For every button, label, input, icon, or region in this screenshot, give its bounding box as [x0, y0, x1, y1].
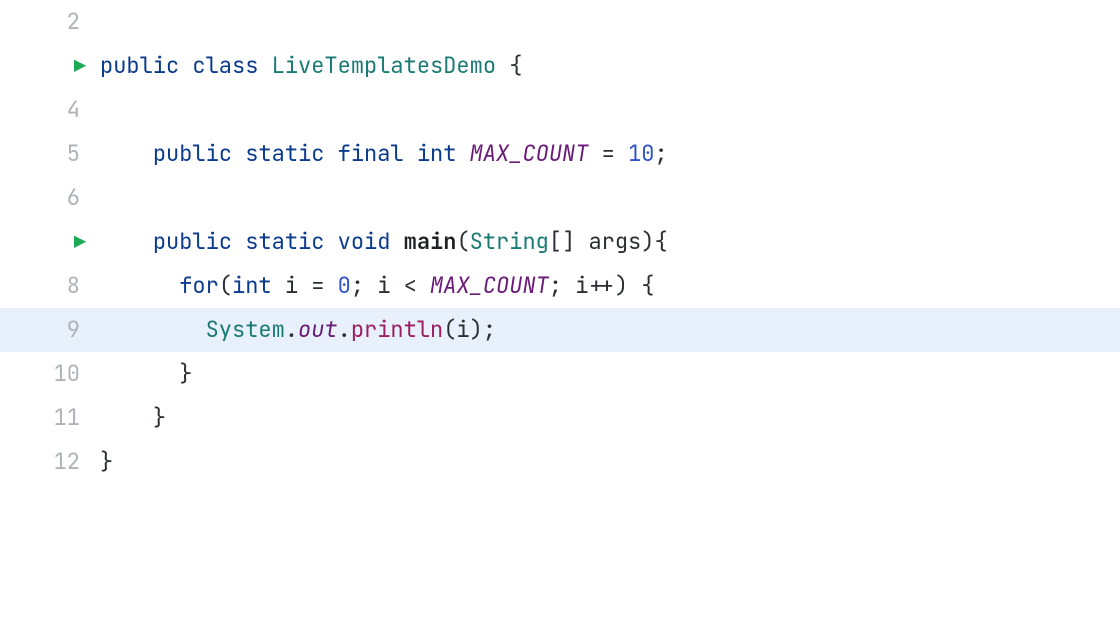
gutter[interactable]: 8	[0, 264, 100, 308]
line-number: 2	[67, 0, 80, 44]
code-line[interactable]: 2	[0, 0, 1120, 44]
gutter[interactable]: 4	[0, 88, 100, 132]
gutter[interactable]: 9	[0, 308, 100, 352]
token-call: println	[351, 315, 443, 344]
token-text	[390, 227, 403, 256]
token-num: 10	[628, 139, 654, 168]
token-text: {	[496, 51, 522, 80]
line-number: 6	[67, 176, 80, 220]
token-kw: int	[417, 139, 457, 168]
token-type: System	[206, 315, 285, 344]
gutter[interactable]: 6	[0, 176, 100, 220]
code-line[interactable]: 12}	[0, 440, 1120, 484]
line-number: 11	[54, 396, 80, 440]
token-kw: for	[179, 271, 219, 300]
token-fld: MAX_COUNT	[430, 271, 549, 300]
token-text: }	[100, 447, 113, 476]
token-kw: static	[245, 227, 324, 256]
code-content[interactable]: }	[100, 396, 1120, 440]
token-text	[404, 139, 417, 168]
code-editor[interactable]: 2▶public class LiveTemplatesDemo {45 pub…	[0, 0, 1120, 484]
token-kw: public	[100, 51, 179, 80]
indent	[100, 315, 206, 344]
token-kw: final	[338, 139, 404, 168]
token-text: }	[153, 403, 166, 432]
line-number: 9	[67, 308, 80, 352]
gutter[interactable]: 10	[0, 352, 100, 396]
token-text: (	[456, 227, 469, 256]
token-kw: int	[232, 271, 272, 300]
token-text: [] args){	[549, 227, 668, 256]
gutter[interactable]: 12	[0, 440, 100, 484]
token-fld: out	[298, 315, 338, 344]
token-text: ;	[654, 139, 667, 168]
token-text: (i);	[443, 315, 496, 344]
token-text: ; i++) {	[549, 271, 655, 300]
gutter[interactable]: 2	[0, 0, 100, 44]
code-content[interactable]: public class LiveTemplatesDemo {	[100, 44, 1120, 88]
indent	[100, 227, 153, 256]
indent	[100, 359, 179, 388]
code-content[interactable]: }	[100, 440, 1120, 484]
indent	[100, 271, 179, 300]
token-text: }	[179, 359, 192, 388]
code-content[interactable]: public static final int MAX_COUNT = 10;	[100, 132, 1120, 176]
code-line[interactable]: 6	[0, 176, 1120, 220]
token-kw: public	[153, 227, 232, 256]
token-text	[232, 139, 245, 168]
indent	[100, 403, 153, 432]
code-line[interactable]: 4	[0, 88, 1120, 132]
code-line[interactable]: 8 for(int i = 0; i < MAX_COUNT; i++) {	[0, 264, 1120, 308]
token-kw: public	[153, 139, 232, 168]
line-number: 10	[54, 352, 80, 396]
token-mdef: main	[404, 227, 457, 256]
token-text	[324, 227, 337, 256]
token-text	[456, 139, 469, 168]
code-content[interactable]: public static void main(String[] args){	[100, 220, 1120, 264]
code-line[interactable]: ▶ public class LiveTemplatesDemo {	[0, 44, 1120, 88]
token-text	[179, 51, 192, 80]
indent	[100, 139, 153, 168]
gutter[interactable]: 5	[0, 132, 100, 176]
line-number: 5	[67, 132, 80, 176]
token-kw: void	[338, 227, 391, 256]
code-line[interactable]: 9 System.out.println(i);	[0, 308, 1120, 352]
token-text	[258, 51, 271, 80]
token-type: String	[470, 227, 549, 256]
run-icon[interactable]: ▶	[74, 44, 86, 88]
code-content[interactable]: }	[100, 352, 1120, 396]
run-icon[interactable]: ▶	[74, 220, 86, 264]
code-content[interactable]: for(int i = 0; i < MAX_COUNT; i++) {	[100, 264, 1120, 308]
code-content[interactable]: System.out.println(i);	[100, 308, 1120, 352]
code-line[interactable]: 5 public static final int MAX_COUNT = 10…	[0, 132, 1120, 176]
line-number: 12	[54, 440, 80, 484]
token-text: ; i <	[351, 271, 430, 300]
token-text: =	[588, 139, 628, 168]
code-line[interactable]: 10 }	[0, 352, 1120, 396]
token-text: .	[285, 315, 298, 344]
token-text	[324, 139, 337, 168]
code-line[interactable]: ▶ public static void main(String[] args)…	[0, 220, 1120, 264]
token-text: .	[338, 315, 351, 344]
token-num: 0	[338, 271, 351, 300]
line-number: 8	[67, 264, 80, 308]
token-text: (	[219, 271, 232, 300]
token-kw: class	[192, 51, 258, 80]
line-number: 4	[67, 88, 80, 132]
code-line[interactable]: 11 }	[0, 396, 1120, 440]
token-type: LiveTemplatesDemo	[272, 51, 496, 80]
token-fld: MAX_COUNT	[470, 139, 589, 168]
token-text: i =	[272, 271, 338, 300]
token-kw: static	[245, 139, 324, 168]
token-text	[232, 227, 245, 256]
gutter[interactable]: 11	[0, 396, 100, 440]
